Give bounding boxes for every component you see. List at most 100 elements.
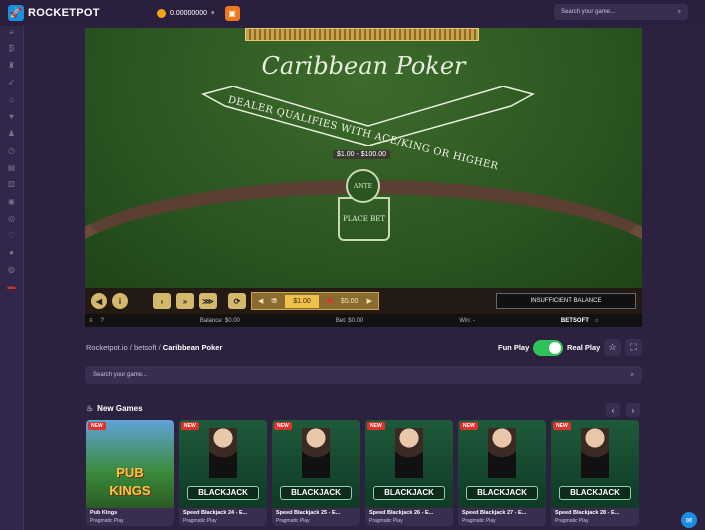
- game-card[interactable]: PUB KINGS NEW Pub Kings Pragmatic Play: [86, 420, 174, 526]
- live-icon[interactable]: ◎: [7, 214, 16, 223]
- speed-1-button[interactable]: ›: [153, 293, 171, 309]
- search-placeholder: Search your game...: [93, 372, 148, 378]
- game-logo: BLACKJACK: [373, 486, 445, 500]
- new-badge: NEW: [367, 422, 385, 430]
- game-thumbnail: PUB KINGS: [86, 420, 174, 508]
- chat-icon[interactable]: ●: [7, 248, 16, 257]
- game-provider: Pragmatic Play: [462, 518, 496, 524]
- chip-right-arrow-icon[interactable]: ▶: [366, 297, 371, 305]
- dealer-image: [209, 428, 237, 478]
- support-icon[interactable]: ◍: [7, 265, 16, 274]
- new-games-heading: ♨ New Games: [86, 404, 143, 413]
- game-thumbnail: BLACKJACK: [551, 420, 639, 508]
- game-card[interactable]: BLACKJACK NEW Speed Blackjack 27 - E... …: [458, 420, 546, 526]
- trophy-icon[interactable]: ♜: [7, 61, 16, 70]
- gift-icon[interactable]: ♡: [7, 231, 16, 240]
- game-name: Speed Blackjack 26 - E...: [369, 510, 434, 516]
- game-title: Caribbean Poker: [261, 52, 466, 80]
- poker-table: Caribbean Poker DEALER QUALIFIES WITH AC…: [85, 28, 642, 327]
- game-name: Speed Blackjack 28 - E...: [555, 510, 620, 516]
- chevron-down-icon: ▾: [210, 10, 215, 17]
- search-icon[interactable]: ⌕: [678, 9, 681, 16]
- game-provider: Pragmatic Play: [555, 518, 589, 524]
- breadcrumb: Rocketpot.io / betsoft / Caribbean Poker: [86, 343, 222, 352]
- carousel-next-icon[interactable]: ›: [626, 403, 640, 417]
- search-icon[interactable]: ⌕: [631, 372, 634, 379]
- breadcrumb-separator: /: [158, 343, 161, 352]
- game-logo: PUB KINGS: [109, 465, 151, 498]
- rocket-nav-icon[interactable]: ➶: [7, 78, 16, 87]
- heart-icon[interactable]: ♥: [7, 112, 16, 121]
- language-flag-icon[interactable]: ▬: [7, 282, 16, 291]
- dealer-image: [488, 428, 516, 478]
- place-bet-area[interactable]: PLACE BET: [338, 197, 390, 241]
- game-logo: BLACKJACK: [280, 486, 352, 500]
- bitcoin-icon[interactable]: ₿: [7, 44, 16, 53]
- menu-icon[interactable]: ≡: [7, 28, 16, 37]
- game-thumbnail: BLACKJACK: [458, 420, 546, 508]
- help-icon[interactable]: ?: [101, 318, 104, 324]
- new-badge: NEW: [460, 422, 478, 430]
- game-provider: Pragmatic Play: [183, 518, 217, 524]
- carousel-prev-icon[interactable]: ‹: [606, 403, 620, 417]
- slots-icon[interactable]: ▤: [7, 163, 16, 172]
- chip-stack-icon: ⛃: [271, 298, 278, 305]
- breadcrumb-home[interactable]: Rocketpot.io: [86, 343, 128, 352]
- bet-label: Bet: $0.00: [335, 317, 364, 324]
- fullscreen-icon[interactable]: ⛶: [625, 339, 642, 356]
- brand-name: ROCKETPOT: [28, 7, 100, 19]
- ante-circle[interactable]: ANTE: [346, 169, 380, 203]
- home-game-icon[interactable]: ⌂: [595, 318, 599, 324]
- speed-3-button[interactable]: ⋙: [199, 293, 217, 309]
- flame-icon: ♨: [86, 404, 94, 413]
- game-logo: BLACKJACK: [187, 486, 259, 500]
- sound-icon[interactable]: ◀: [91, 293, 107, 309]
- game-name: Speed Blackjack 27 - E...: [462, 510, 527, 516]
- favorite-star-icon[interactable]: ☆: [604, 339, 621, 356]
- coin-icon: [157, 8, 166, 18]
- home-icon[interactable]: ⌂: [7, 95, 16, 104]
- game-card[interactable]: BLACKJACK NEW Speed Blackjack 28 - E... …: [551, 420, 639, 526]
- game-search-input[interactable]: Search your game... ⌕: [85, 366, 642, 384]
- game-card[interactable]: BLACKJACK NEW Speed Blackjack 25 - E... …: [272, 420, 360, 526]
- chip-selector[interactable]: ◀ ⛃ $1.00 ⬢ $5.00 ▶: [251, 292, 379, 310]
- ante-spot[interactable]: PLACE BET ANTE: [336, 165, 392, 243]
- live-chat-icon[interactable]: ✉: [681, 512, 697, 528]
- header-search-input[interactable]: Search your game... ⌕: [554, 4, 688, 20]
- top-bar: 🚀 ROCKETPOT 0.00000000 ▾ ▣ Search your g…: [0, 0, 705, 26]
- wallet-button[interactable]: ▣: [224, 5, 240, 21]
- new-badge: NEW: [181, 422, 199, 430]
- speed-2-button[interactable]: »: [176, 293, 194, 309]
- info-icon[interactable]: i: [112, 293, 128, 309]
- auto-play-button[interactable]: ⟳: [228, 293, 246, 309]
- new-badge: NEW: [88, 422, 106, 430]
- wallet-balance[interactable]: 0.00000000 ▾ ▣: [157, 5, 240, 21]
- bet-chip-value[interactable]: $5.00: [341, 298, 359, 305]
- provider-logo: BETSOFT: [560, 317, 589, 324]
- fun-real-toggle[interactable]: [533, 340, 563, 356]
- game-card[interactable]: BLACKJACK NEW Speed Blackjack 24 - E... …: [179, 420, 267, 526]
- rocket-icon: 🚀: [8, 5, 24, 21]
- dice-icon[interactable]: ⚄: [7, 180, 16, 189]
- breadcrumb-current: Caribbean Poker: [162, 343, 223, 352]
- selected-chip-value[interactable]: $1.00: [285, 294, 319, 308]
- game-name: Speed Blackjack 24 - E...: [183, 510, 248, 516]
- game-thumbnail: BLACKJACK: [272, 420, 360, 508]
- balance-label: Balance: $0.00: [199, 317, 240, 324]
- sidebar: ≡ ₿ ♜ ➶ ⌂ ♥ ♟ ◷ ▤ ⚄ ◉ ◎ ♡ ● ◍ ▬: [0, 26, 24, 530]
- new-games-title: New Games: [97, 404, 143, 413]
- game-card[interactable]: BLACKJACK NEW Speed Blackjack 26 - E... …: [365, 420, 453, 526]
- chip-left-arrow-icon[interactable]: ◀: [258, 297, 263, 305]
- hamburger-icon[interactable]: ≡: [89, 318, 93, 324]
- new-badge: NEW: [553, 422, 571, 430]
- game-thumbnail: BLACKJACK: [365, 420, 453, 508]
- search-placeholder: Search your game...: [561, 9, 616, 15]
- user-icon[interactable]: ♟: [7, 129, 16, 138]
- game-frame[interactable]: Caribbean Poker DEALER QUALIFIES WITH AC…: [85, 28, 642, 327]
- table-icon[interactable]: ◉: [7, 197, 16, 206]
- real-play-label: Real Play: [567, 343, 601, 352]
- clock-icon[interactable]: ◷: [7, 146, 16, 155]
- site-logo[interactable]: 🚀 ROCKETPOT: [8, 5, 100, 21]
- breadcrumb-provider[interactable]: betsoft: [134, 343, 157, 352]
- game-provider: Pragmatic Play: [90, 518, 124, 524]
